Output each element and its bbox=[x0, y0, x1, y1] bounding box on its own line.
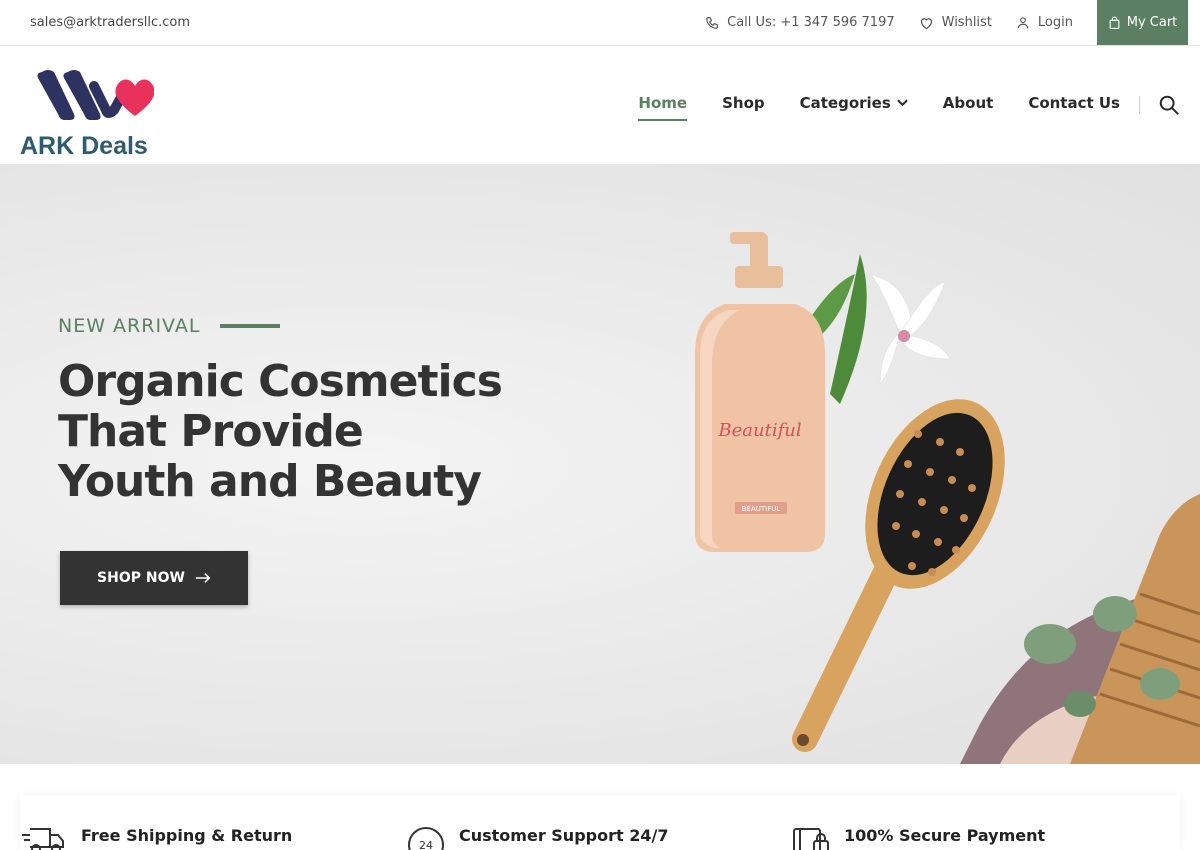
top-bar-actions: Call Us: +1 347 596 7197 Wishlist Login … bbox=[705, 0, 1188, 45]
nav-about[interactable]: About bbox=[943, 94, 994, 112]
brand-name[interactable]: ARK Deals bbox=[20, 132, 148, 161]
nav-shop[interactable]: Shop bbox=[722, 94, 765, 112]
feature-title: Free Shipping & Return bbox=[81, 826, 293, 845]
support-24-icon: 24 bbox=[408, 827, 444, 850]
login-link[interactable]: Login bbox=[1016, 15, 1073, 30]
chevron-down-icon bbox=[897, 99, 908, 107]
phone-icon bbox=[706, 16, 718, 29]
feature-title: 100% Secure Payment bbox=[844, 826, 1046, 845]
hero-eyebrow-label: NEW ARRIVAL bbox=[58, 315, 201, 337]
site-header: ARK Deals Home Shop Categories About Con… bbox=[0, 46, 1200, 164]
nav-home[interactable]: Home bbox=[638, 94, 688, 121]
login-label: Login bbox=[1037, 15, 1073, 30]
my-cart-button[interactable]: My Cart bbox=[1097, 0, 1188, 45]
nav-categories-label: Categories bbox=[799, 94, 891, 112]
nav-shop-label: Shop bbox=[722, 94, 765, 112]
shop-now-label: SHOP NOW bbox=[97, 570, 185, 586]
bottle-script-text: Beautiful bbox=[717, 420, 801, 441]
my-cart-label: My Cart bbox=[1126, 15, 1178, 30]
arrow-right-icon bbox=[195, 572, 211, 584]
heart-icon bbox=[920, 17, 932, 29]
call-us-label: Call Us: +1 347 596 7197 bbox=[727, 15, 895, 30]
nav-contact-us[interactable]: Contact Us bbox=[1028, 94, 1120, 112]
feature-title: Customer Support 24/7 bbox=[459, 826, 669, 845]
main-nav: Home Shop Categories About Contact Us bbox=[603, 94, 1120, 121]
hero-headline-line: That Provide bbox=[58, 406, 364, 457]
wishlist-label: Wishlist bbox=[941, 15, 992, 30]
bottle-tag-text: BEAUTIFUL bbox=[742, 505, 781, 513]
hero-headline: Organic Cosmetics That Provide Youth and… bbox=[58, 356, 503, 507]
secure-payment-icon bbox=[793, 828, 829, 850]
nav-about-label: About bbox=[942, 94, 994, 112]
hero-product-image: Beautiful BEAUTIFUL bbox=[695, 232, 1200, 764]
eyebrow-underline bbox=[220, 324, 281, 328]
nav-home-label: Home bbox=[638, 94, 688, 112]
features-strip: Free Shipping & Return 24 Customer Suppo… bbox=[20, 795, 1180, 850]
hero-banner: NEW ARRIVAL Organic Cosmetics That Provi… bbox=[0, 164, 1200, 764]
nav-categories[interactable]: Categories bbox=[800, 94, 908, 112]
contact-email[interactable]: sales@arktradersllc.com bbox=[30, 15, 190, 30]
feature-free-shipping: Free Shipping & Return bbox=[20, 795, 380, 850]
top-bar: sales@arktradersllc.com Call Us: +1 347 … bbox=[0, 0, 1200, 46]
shop-now-button[interactable]: SHOP NOW bbox=[60, 551, 248, 605]
feature-secure-payment: 100% Secure Payment bbox=[792, 795, 1172, 850]
hero-eyebrow: NEW ARRIVAL bbox=[58, 315, 281, 337]
delivery-truck-icon bbox=[22, 828, 64, 850]
call-us-link[interactable]: Call Us: +1 347 596 7197 bbox=[705, 15, 895, 30]
svg-text:24: 24 bbox=[419, 839, 433, 850]
nav-divider bbox=[1139, 96, 1140, 114]
hero-headline-line: Organic Cosmetics bbox=[58, 356, 503, 407]
hero-headline-line: Youth and Beauty bbox=[58, 456, 482, 507]
user-icon bbox=[1017, 17, 1029, 29]
search-icon[interactable] bbox=[1158, 94, 1180, 116]
nav-contact-label: Contact Us bbox=[1028, 94, 1120, 112]
feature-customer-support: 24 Customer Support 24/7 bbox=[406, 795, 776, 850]
wishlist-link[interactable]: Wishlist bbox=[919, 15, 992, 30]
shopping-bag-icon bbox=[1109, 16, 1120, 29]
logo-icon[interactable] bbox=[34, 66, 154, 126]
